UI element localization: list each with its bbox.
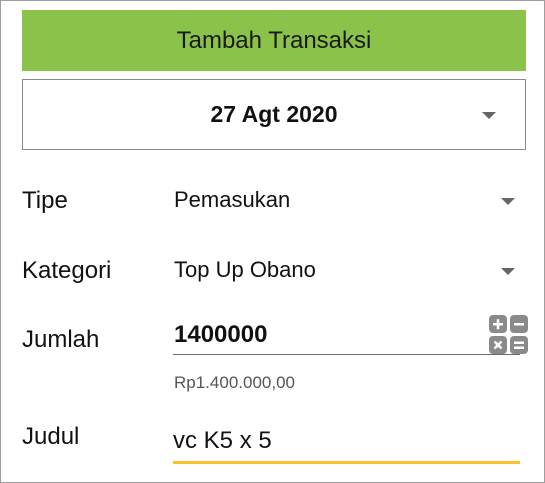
amount-formatted: Rp1.400.000,00 — [174, 373, 295, 392]
tipe-label: Tipe — [22, 187, 68, 214]
add-transaction-dialog: Tambah Transaksi 27 Agt 2020 Tipe Pemasu… — [0, 0, 545, 483]
date-picker[interactable]: 27 Agt 2020 — [22, 79, 526, 150]
judul-label: Judul — [22, 423, 80, 450]
tipe-dropdown[interactable]: Pemasukan — [171, 179, 526, 223]
chevron-down-icon — [501, 198, 515, 205]
kategori-dropdown[interactable]: Top Up Obano — [171, 249, 526, 293]
dialog-title-text: Tambah Transaksi — [176, 26, 372, 54]
kategori-label: Kategori — [22, 257, 112, 284]
kategori-value: Top Up Obano — [174, 257, 316, 282]
amount-input[interactable]: 1400000 — [174, 321, 267, 349]
calculator-icon[interactable] — [488, 314, 530, 356]
chevron-down-icon — [482, 112, 496, 119]
title-input[interactable] — [173, 421, 520, 464]
amount-underline — [173, 354, 520, 355]
chevron-down-icon — [501, 268, 515, 275]
tipe-value: Pemasukan — [174, 187, 291, 212]
dialog-title: Tambah Transaksi — [22, 10, 526, 71]
jumlah-label: Jumlah — [22, 326, 100, 353]
date-value: 27 Agt 2020 — [210, 101, 338, 127]
